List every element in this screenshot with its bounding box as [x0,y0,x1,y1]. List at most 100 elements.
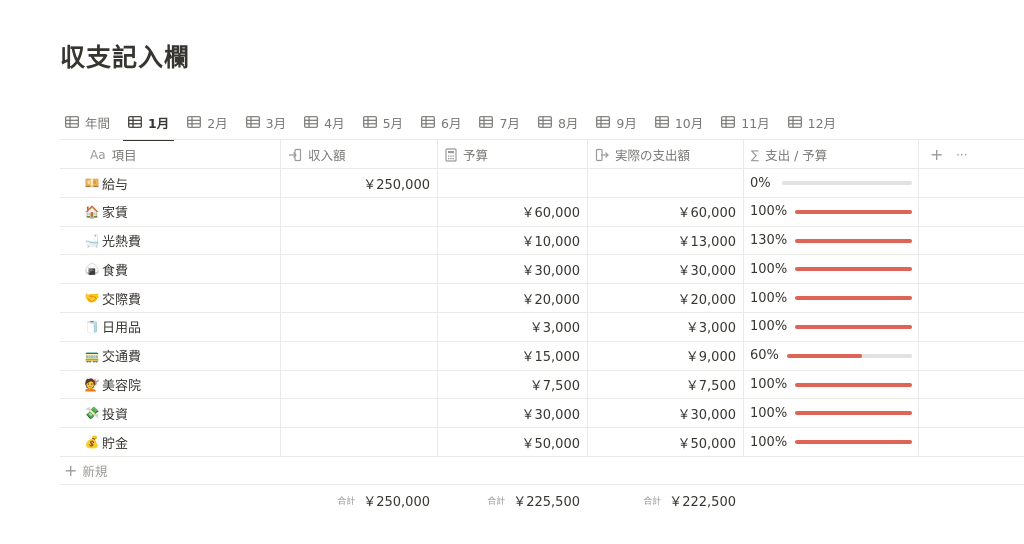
ratio-cell[interactable]: 100% [750,371,912,399]
table-row[interactable]: 💰 貯金 ￥50,000 ￥50,000 100% [60,428,1024,457]
column-header-budget[interactable]: 予算 [437,140,587,169]
column-header-actual[interactable]: 実際の支出額 [587,140,743,169]
table-row[interactable]: 🏠 家賃 ￥60,000 ￥60,000 100% [60,198,1024,227]
actual-cell[interactable]: ￥9,000 [587,342,736,370]
tab-7[interactable]: 7月 [474,104,524,140]
item-cell[interactable]: 🏠 家賃 [84,198,129,226]
budget-cell[interactable]: ￥30,000 [437,399,581,427]
item-cell[interactable]: 🍙 食費 [84,255,129,283]
column-header-ratio[interactable]: ∑ 支出 / 予算 [743,140,918,169]
budget-cell[interactable]: ￥50,000 [437,428,581,456]
actual-cell[interactable]: ￥20,000 [587,284,737,312]
actual-cell[interactable]: ￥50,000 [587,428,737,456]
ratio-cell[interactable]: 100% [750,428,912,456]
table-row[interactable]: 💸 投資 ￥30,000 ￥30,000 100% [60,399,1024,429]
actual-cell[interactable]: ￥30,000 [587,399,737,427]
ratio-cell[interactable]: 100% [750,255,912,283]
tab-10[interactable]: 10月 [650,104,708,140]
table-row[interactable]: 🧻 日用品 ￥3,000 ￥3,000 100% [60,313,1024,342]
table-row[interactable]: 💴 給与 ￥250,000 0% [60,169,1024,198]
income-cell[interactable] [280,313,430,341]
table-row[interactable]: 🍙 食費 ￥30,000 ￥30,000 100% [60,255,1024,285]
tab-12[interactable]: 12月 [783,104,841,140]
tab-4[interactable]: 4月 [299,104,349,140]
new-row-button[interactable]: + 新規 [60,457,1024,485]
income-cell[interactable] [280,342,430,370]
table-icon [245,116,260,128]
ratio-cell[interactable]: 60% [750,342,912,370]
budget-cell[interactable]: ￥60,000 [437,198,581,226]
item-cell[interactable]: 💰 貯金 [84,428,129,456]
actual-cell[interactable] [587,169,736,197]
actual-cell[interactable]: ￥30,000 [587,255,737,283]
actual-cell[interactable]: ￥7,500 [587,371,736,399]
progress-bar-fill [786,353,862,358]
budget-cell[interactable]: ￥20,000 [437,284,581,312]
income-cell[interactable] [280,371,430,399]
total-income[interactable]: 合計 ￥250,000 [280,486,430,514]
total-actual[interactable]: 合計 ￥222,500 [587,486,736,514]
table-icon [721,116,736,128]
budget-cell[interactable]: ￥30,000 [437,255,581,283]
item-emoji-icon: 💇 [84,377,100,392]
tab-0[interactable]: 年間 [60,104,115,140]
budget-cell[interactable]: ￥10,000 [437,227,581,255]
income-cell[interactable] [280,428,430,456]
item-cell[interactable]: 🚃 交通費 [84,342,142,370]
column-label: 支出 / 予算 [765,148,828,163]
item-cell[interactable]: 🛁 光熱費 [84,227,142,255]
add-column-button[interactable]: + [922,140,944,169]
tab-label: 7月 [499,115,520,131]
item-cell[interactable]: 🧻 日用品 [84,313,142,341]
income-cell[interactable] [280,198,430,226]
tab-3[interactable]: 3月 [241,104,291,140]
tab-1[interactable]: 1月 [123,104,175,141]
budget-cell[interactable] [437,169,580,197]
ratio-cell[interactable]: 0% [750,169,912,197]
budget-cell[interactable]: ￥3,000 [437,313,580,341]
ratio-cell[interactable]: 100% [750,284,912,312]
progress-bar-fill [795,296,912,301]
total-budget[interactable]: 合計 ￥225,500 [437,486,580,514]
column-header-item[interactable]: Aa 項目 [82,140,280,169]
ratio-cell[interactable]: 100% [750,198,912,226]
progress-bar-fill [795,411,912,416]
table-icon [596,116,611,128]
item-cell[interactable]: 💴 給与 [84,169,129,197]
item-emoji-icon: 🚃 [84,348,100,363]
column-header-income[interactable]: 収入額 [280,140,437,169]
tab-2[interactable]: 2月 [182,104,232,140]
item-name: 食費 [102,263,129,279]
income-cell[interactable] [280,284,430,312]
actual-cell[interactable]: ￥3,000 [587,313,736,341]
plus-icon: + [64,461,78,480]
table-row[interactable]: 🛁 光熱費 ￥10,000 ￥13,000 130% [60,227,1024,256]
more-options-button[interactable]: ··· [948,140,974,169]
item-name: 美容院 [102,379,142,395]
table-row[interactable]: 💇 美容院 ￥7,500 ￥7,500 100% [60,371,1024,400]
table-row[interactable]: 🚃 交通費 ￥15,000 ￥9,000 60% [60,342,1024,371]
item-name: 日用品 [102,321,142,337]
table-row[interactable]: 🤝 交際費 ￥20,000 ￥20,000 100% [60,284,1024,313]
ratio-cell[interactable]: 100% [750,313,912,341]
income-cell[interactable] [280,227,430,255]
actual-cell[interactable]: ￥13,000 [587,227,737,255]
item-cell[interactable]: 💸 投資 [84,399,129,427]
tab-11[interactable]: 11月 [716,104,774,140]
tab-9[interactable]: 9月 [591,104,641,140]
ratio-cell[interactable]: 130% [750,227,912,255]
table-icon [362,116,377,128]
tab-5[interactable]: 5月 [358,104,408,140]
tab-8[interactable]: 8月 [533,104,583,140]
tab-6[interactable]: 6月 [416,104,466,140]
item-cell[interactable]: 🤝 交際費 [84,284,142,312]
budget-cell[interactable]: ￥7,500 [437,371,580,399]
item-cell[interactable]: 💇 美容院 [84,371,142,399]
income-cell[interactable] [280,399,430,427]
income-cell[interactable]: ￥250,000 [280,169,430,197]
ratio-cell[interactable]: 100% [750,399,912,427]
ratio-value: 100% [750,290,788,306]
income-cell[interactable] [280,255,430,283]
budget-cell[interactable]: ￥15,000 [437,342,581,370]
actual-cell[interactable]: ￥60,000 [587,198,737,226]
